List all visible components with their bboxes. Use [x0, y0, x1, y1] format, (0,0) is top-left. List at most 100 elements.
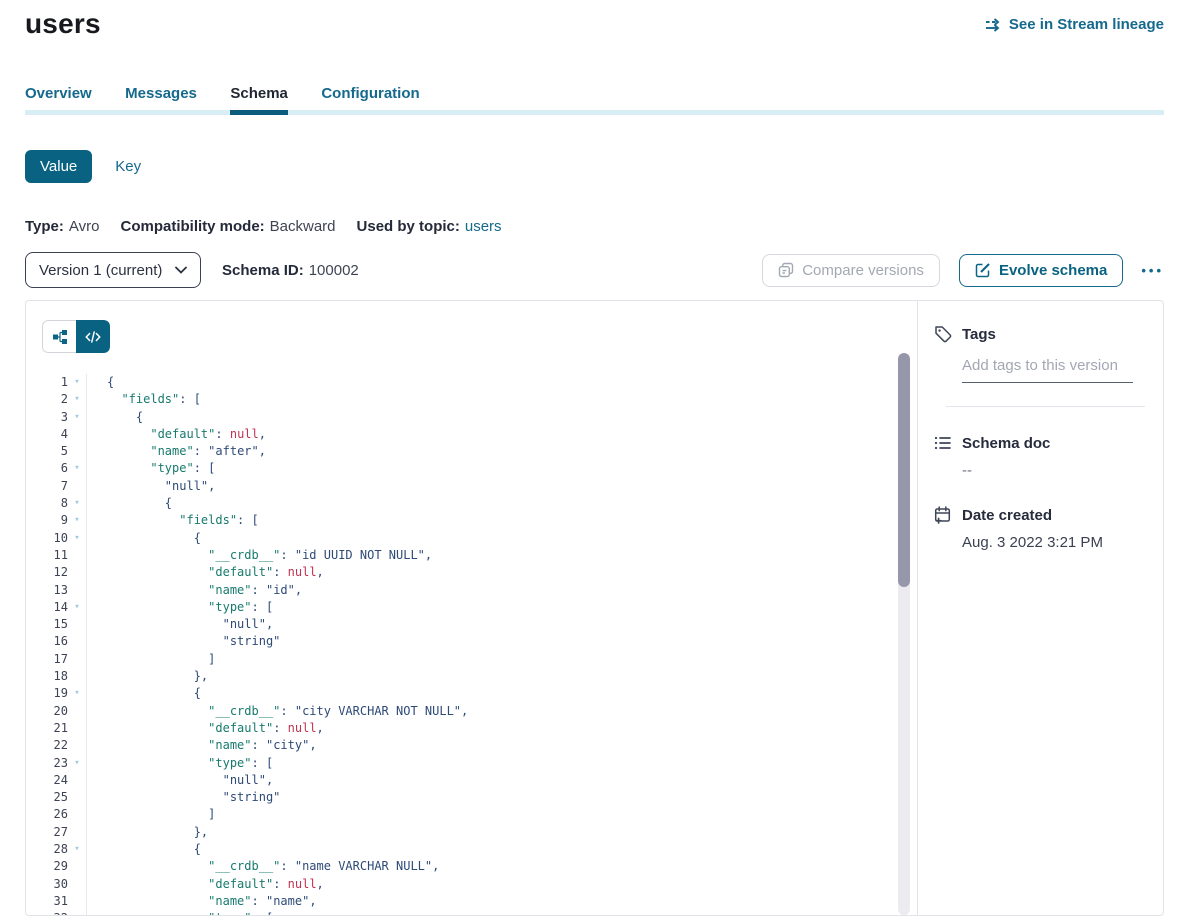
code-text: "default": null,	[86, 564, 324, 581]
line-number: 20	[42, 703, 68, 720]
tab-schema[interactable]: Schema	[230, 85, 288, 115]
code-scrollbar[interactable]	[898, 353, 910, 915]
evolve-schema-button[interactable]: Evolve schema	[959, 254, 1123, 287]
line-number: 6	[42, 460, 68, 477]
add-tags-input[interactable]	[962, 357, 1133, 383]
tree-view-icon	[52, 329, 68, 345]
code-text: "name": "id",	[86, 582, 302, 599]
code-line: 25 "string"	[42, 789, 917, 806]
collapse-arrow-icon[interactable]: ▾	[68, 391, 86, 408]
gutter-spacer	[68, 720, 86, 737]
gutter-spacer	[68, 893, 86, 910]
schema-meta: Type:Avro Compatibility mode:Backward Us…	[25, 218, 1164, 235]
version-select[interactable]: Version 1 (current)	[25, 252, 201, 288]
gutter-spacer	[68, 443, 86, 460]
code-line: 5 "name": "after",	[42, 443, 917, 460]
code-text: {	[86, 374, 114, 391]
tab-bar: Overview Messages Schema Configuration	[25, 85, 1164, 115]
topic-link[interactable]: users	[465, 218, 502, 235]
code-line: 15 "null",	[42, 616, 917, 633]
code-line: 12 "default": null,	[42, 564, 917, 581]
code-line: 22 "name": "city",	[42, 737, 917, 754]
collapse-arrow-icon[interactable]: ▾	[68, 599, 86, 616]
line-number: 17	[42, 651, 68, 668]
collapse-arrow-icon[interactable]: ▾	[68, 910, 86, 916]
gutter-spacer	[68, 616, 86, 633]
line-number: 10	[42, 530, 68, 547]
collapse-arrow-icon[interactable]: ▾	[68, 374, 86, 391]
evolve-schema-icon	[975, 262, 991, 278]
code-view-button[interactable]	[76, 320, 110, 353]
schema-part-toggle: Value Key	[25, 150, 1164, 183]
collapse-arrow-icon[interactable]: ▾	[68, 495, 86, 512]
collapse-arrow-icon[interactable]: ▾	[68, 512, 86, 529]
gutter-spacer	[68, 651, 86, 668]
more-actions-button[interactable]: •••	[1141, 263, 1164, 278]
collapse-arrow-icon[interactable]: ▾	[68, 755, 86, 772]
gutter-spacer	[68, 824, 86, 841]
tree-view-button[interactable]	[42, 320, 76, 353]
code-text: "string"	[86, 633, 280, 650]
scrollbar-thumb[interactable]	[898, 353, 910, 587]
code-line: 21 "default": null,	[42, 720, 917, 737]
tag-icon	[934, 325, 952, 343]
code-line: 31 "name": "name",	[42, 893, 917, 910]
collapse-arrow-icon[interactable]: ▾	[68, 460, 86, 477]
line-number: 2	[42, 391, 68, 408]
line-number: 19	[42, 685, 68, 702]
key-toggle-button[interactable]: Key	[115, 158, 141, 175]
code-line: 16 "string"	[42, 633, 917, 650]
line-number: 32	[42, 910, 68, 916]
code-line: 23▾ "type": [	[42, 755, 917, 772]
code-text: "string"	[86, 789, 280, 806]
gutter-spacer	[68, 737, 86, 754]
code-text: ]	[86, 806, 215, 823]
line-number: 22	[42, 737, 68, 754]
value-toggle-button[interactable]: Value	[25, 150, 92, 183]
code-text: "default": null,	[86, 426, 266, 443]
code-line: 1▾{	[42, 374, 917, 391]
line-number: 28	[42, 841, 68, 858]
tab-configuration[interactable]: Configuration	[321, 85, 419, 115]
tab-overview[interactable]: Overview	[25, 85, 92, 115]
page: users See in Stream lineage Overview Mes…	[0, 0, 1189, 916]
code-line: 6▾ "type": [	[42, 460, 917, 477]
version-sidebar: Tags Schema doc --	[917, 301, 1163, 915]
collapse-arrow-icon[interactable]: ▾	[68, 409, 86, 426]
code-line: 29 "__crdb__": "name VARCHAR NULL",	[42, 858, 917, 875]
meta-compatibility: Compatibility mode:Backward	[120, 218, 335, 235]
tags-title: Tags	[962, 326, 996, 343]
tab-messages[interactable]: Messages	[125, 85, 197, 115]
date-created-value: Aug. 3 2022 3:21 PM	[962, 534, 1147, 551]
code-text: "__crdb__": "city VARCHAR NOT NULL",	[86, 703, 468, 720]
line-number: 30	[42, 876, 68, 893]
code-text: "null",	[86, 616, 273, 633]
line-number: 9	[42, 512, 68, 529]
meta-used-by-topic: Used by topic:users	[357, 218, 502, 235]
tags-section-header: Tags	[934, 325, 1147, 343]
code-line: 24 "null",	[42, 772, 917, 789]
collapse-arrow-icon[interactable]: ▾	[68, 530, 86, 547]
schema-doc-title: Schema doc	[962, 435, 1050, 452]
list-icon	[934, 434, 952, 452]
code-line: 11 "__crdb__": "id UUID NOT NULL",	[42, 547, 917, 564]
gutter-spacer	[68, 703, 86, 720]
code-line: 13 "name": "id",	[42, 582, 917, 599]
stream-lineage-link[interactable]: See in Stream lineage	[985, 16, 1164, 33]
collapse-arrow-icon[interactable]: ▾	[68, 841, 86, 858]
topbar: users See in Stream lineage	[25, 8, 1164, 40]
code-text: "type": [	[86, 599, 273, 616]
line-number: 8	[42, 495, 68, 512]
line-number: 26	[42, 806, 68, 823]
collapse-arrow-icon[interactable]: ▾	[68, 685, 86, 702]
compare-versions-button[interactable]: Compare versions	[762, 254, 940, 287]
code-line: 10▾ {	[42, 530, 917, 547]
line-number: 12	[42, 564, 68, 581]
code-line: 32▾ "type": [	[42, 910, 917, 916]
calendar-plus-icon	[934, 506, 952, 524]
schema-id: Schema ID:100002	[222, 262, 359, 279]
code-lines: 1▾{2▾ "fields": [3▾ {4 "default": null,5…	[42, 374, 917, 916]
code-panel: 1▾{2▾ "fields": [3▾ {4 "default": null,5…	[26, 301, 917, 915]
line-number: 27	[42, 824, 68, 841]
meta-type: Type:Avro	[25, 218, 99, 235]
